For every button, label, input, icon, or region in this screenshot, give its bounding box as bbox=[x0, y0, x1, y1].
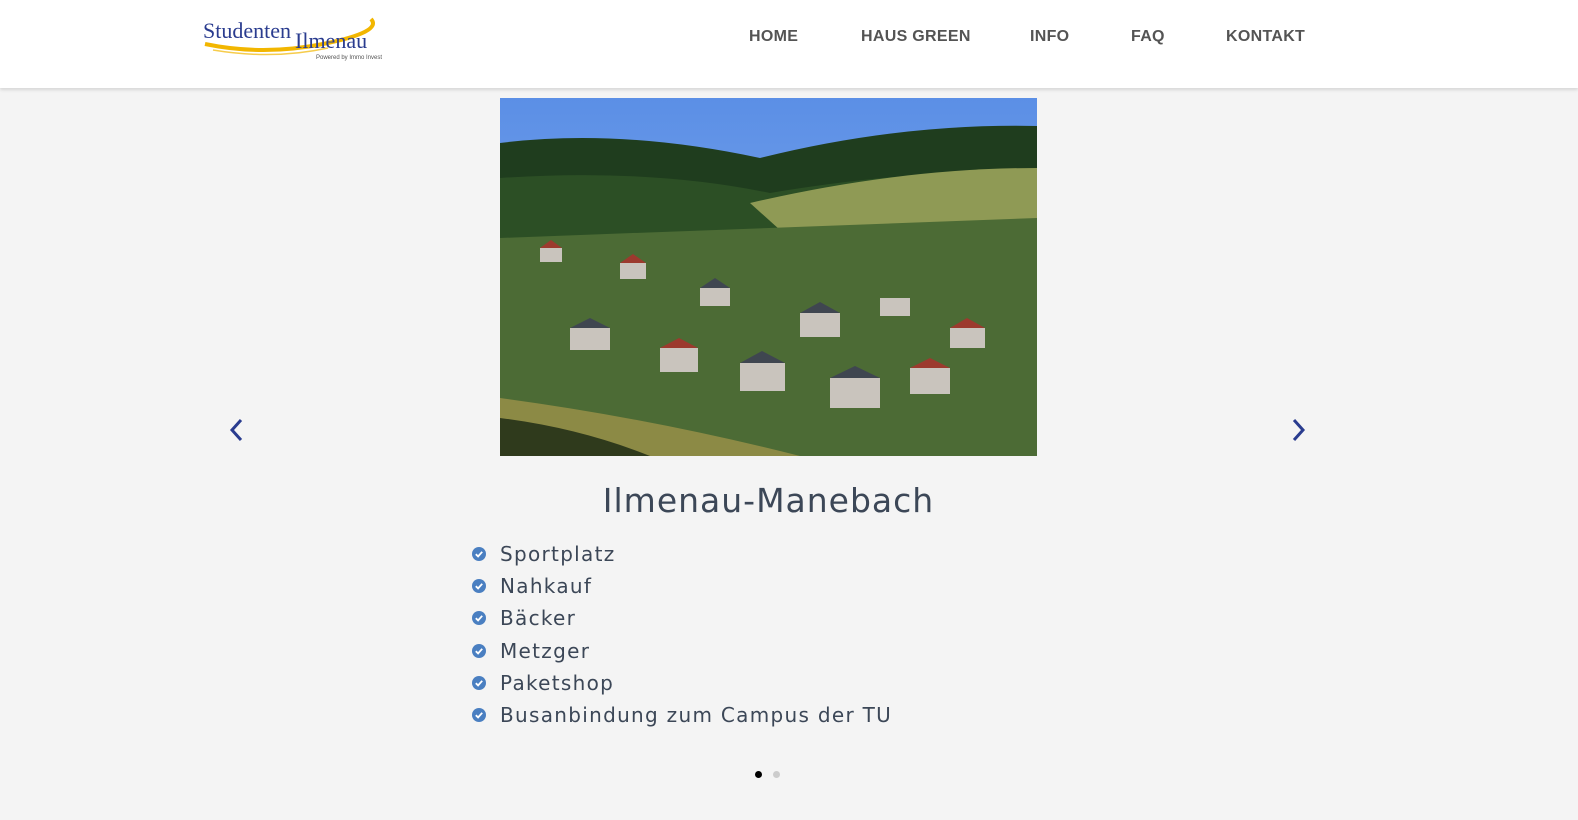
slide-photo bbox=[500, 98, 1037, 456]
list-item: Nahkauf bbox=[472, 571, 892, 603]
chevron-left-icon bbox=[229, 418, 243, 442]
feature-list: Sportplatz Nahkauf Bäcker Metzger Pakets… bbox=[472, 539, 892, 732]
check-circle-icon bbox=[472, 707, 486, 722]
check-circle-icon bbox=[472, 675, 486, 690]
nav-info[interactable]: INFO bbox=[1030, 28, 1069, 46]
slider-prev-button[interactable] bbox=[226, 415, 246, 445]
logo-tagline: Powered by Immo Invest bbox=[316, 55, 383, 61]
nav-home[interactable]: HOME bbox=[749, 28, 798, 46]
list-item: Sportplatz bbox=[472, 539, 892, 571]
check-circle-icon bbox=[472, 611, 486, 626]
feature-label: Busanbindung zum Campus der TU bbox=[500, 702, 893, 727]
list-item: Bäcker bbox=[472, 603, 892, 635]
slide-title: Ilmenau-Manebach bbox=[602, 481, 935, 520]
feature-label: Metzger bbox=[500, 638, 591, 663]
chevron-right-icon bbox=[1292, 418, 1306, 442]
nav-kontakt[interactable]: KONTAKT bbox=[1226, 28, 1305, 46]
check-circle-icon bbox=[472, 547, 486, 561]
slider-dot-2[interactable] bbox=[773, 771, 780, 778]
slider-dot-1[interactable] bbox=[755, 771, 762, 778]
slider-next-button[interactable] bbox=[1289, 415, 1309, 445]
check-circle-icon bbox=[472, 643, 486, 658]
list-item: Busanbindung zum Campus der TU bbox=[472, 700, 892, 732]
nav-haus-green[interactable]: HAUS GREEN bbox=[861, 28, 971, 46]
list-item: Metzger bbox=[472, 636, 892, 668]
check-circle-icon bbox=[472, 579, 486, 594]
feature-label: Sportplatz bbox=[500, 542, 616, 566]
site-header: Studenten Ilmenau Powered by Immo Invest… bbox=[0, 0, 1578, 88]
feature-label: Paketshop bbox=[500, 670, 615, 695]
feature-label: Nahkauf bbox=[500, 574, 593, 599]
main-navigation: HOME HAUS GREEN INFO FAQ KONTAKT bbox=[0, 28, 1578, 50]
feature-label: Bäcker bbox=[500, 606, 577, 631]
landscape-photo-icon bbox=[500, 98, 1037, 456]
nav-faq[interactable]: FAQ bbox=[1131, 28, 1165, 46]
list-item: Paketshop bbox=[472, 668, 892, 700]
